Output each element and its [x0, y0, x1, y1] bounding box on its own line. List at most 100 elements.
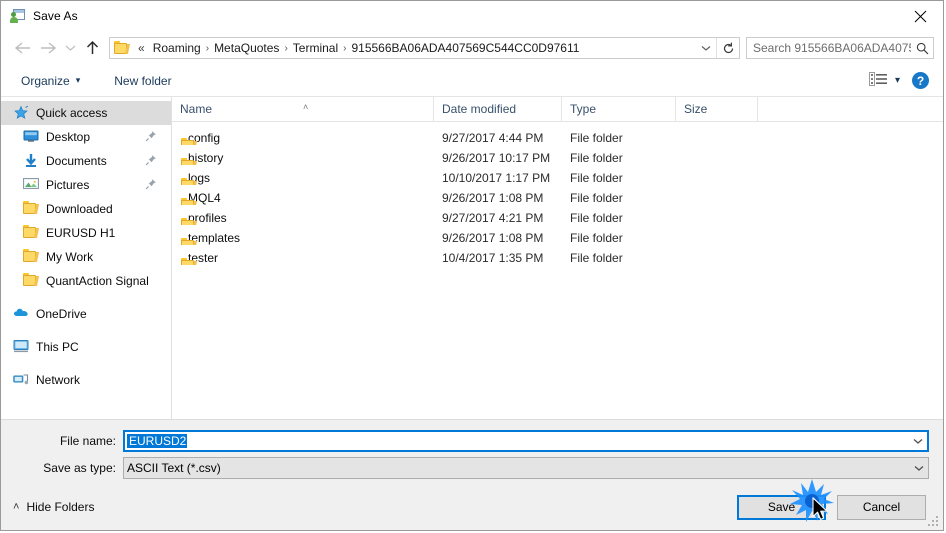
- resize-grip-icon[interactable]: [928, 516, 940, 528]
- file-name-cell[interactable]: templates: [172, 231, 434, 245]
- breadcrumb-overflow-icon[interactable]: «: [134, 41, 149, 55]
- folder-icon: [23, 201, 40, 217]
- file-name-row: File name: EURUSD2: [1, 430, 943, 452]
- view-details-icon[interactable]: [868, 72, 888, 89]
- file-name-value: EURUSD2: [127, 434, 188, 448]
- organize-label: Organize: [21, 73, 70, 88]
- sidebar-item-this-pc[interactable]: This PC: [1, 335, 171, 359]
- file-date-cell: 10/10/2017 1:17 PM: [442, 171, 551, 185]
- close-icon[interactable]: [897, 1, 943, 31]
- sidebar-item-label: EURUSD H1: [46, 226, 116, 240]
- file-name-value-wrap: EURUSD2: [125, 434, 909, 448]
- file-name-cell[interactable]: logs: [172, 171, 434, 185]
- breadcrumb-item-terminal[interactable]: Terminal: [289, 40, 342, 56]
- help-button[interactable]: ?: [912, 72, 929, 89]
- file-name-cell[interactable]: MQL4: [172, 191, 434, 205]
- file-date-cell: 10/4/2017 1:35 PM: [442, 251, 544, 265]
- table-row[interactable]: MQL4 9/26/2017 1:08 PM File folder: [172, 188, 943, 208]
- search-placeholder: Search 915566BA06ADA40756...: [753, 41, 911, 55]
- sidebar-item-quantaction-signal[interactable]: QuantAction Signal: [1, 269, 171, 293]
- sidebar-item-quick-access[interactable]: Quick access: [1, 101, 171, 125]
- sidebar-item-onedrive[interactable]: OneDrive: [1, 302, 171, 326]
- folder-icon: [23, 249, 40, 265]
- arrow-left-icon[interactable]: [9, 35, 35, 61]
- column-header-date-modified[interactable]: Date modified: [434, 97, 562, 121]
- arrow-up-icon[interactable]: [79, 35, 105, 61]
- pin-icon[interactable]: [145, 178, 157, 190]
- sidebar-item-label: Quick access: [36, 106, 108, 120]
- new-folder-button[interactable]: New folder: [106, 70, 179, 92]
- sidebar-item-eurusd-h1[interactable]: EURUSD H1: [1, 221, 171, 245]
- command-toolbar: Organize ▾ New folder ▾ ?: [1, 65, 943, 97]
- onedrive-cloud-icon: [13, 306, 29, 322]
- breadcrumb-item-roaming[interactable]: Roaming: [149, 40, 205, 56]
- table-row[interactable]: templates 9/26/2017 1:08 PM File folder: [172, 228, 943, 248]
- dialog-footer: ˄ Hide Folders Save Cancel: [1, 484, 943, 530]
- title-bar: Save As: [1, 1, 943, 31]
- file-rows: config 9/27/2017 4:44 PM File folder his…: [172, 122, 943, 419]
- new-folder-label: New folder: [114, 73, 172, 88]
- sidebar-item-label: OneDrive: [36, 307, 87, 321]
- file-name-cell[interactable]: profiles: [172, 211, 434, 225]
- chevron-down-icon[interactable]: [910, 459, 928, 477]
- desktop-icon: [23, 129, 39, 145]
- sidebar-item-label: Desktop: [46, 130, 91, 144]
- documents-download-icon: [23, 153, 39, 169]
- organize-button[interactable]: Organize ▾: [13, 70, 88, 92]
- sidebar-item-documents[interactable]: Documents: [1, 149, 171, 173]
- search-input[interactable]: Search 915566BA06ADA40756...: [746, 37, 934, 59]
- file-name-cell[interactable]: config: [172, 131, 434, 145]
- file-date-cell: 9/26/2017 1:08 PM: [442, 191, 544, 205]
- chevron-up-icon: ˄: [13, 501, 20, 513]
- cancel-button[interactable]: Cancel: [837, 494, 926, 520]
- sidebar-divider: [1, 293, 171, 302]
- breadcrumb-item-guid[interactable]: 915566BA06ADA407569C544CC0D97611: [347, 40, 583, 56]
- save-as-dialog: Save As « Roaming › MetaQuotes › Termina…: [0, 0, 944, 531]
- address-chevron-down-icon[interactable]: [696, 38, 716, 58]
- breadcrumb-item-metaquotes[interactable]: MetaQuotes: [210, 40, 283, 56]
- file-type-cell: File folder: [570, 211, 623, 225]
- save-button[interactable]: Save: [737, 494, 826, 520]
- table-row[interactable]: profiles 9/27/2017 4:21 PM File folder: [172, 208, 943, 228]
- table-row[interactable]: logs 10/10/2017 1:17 PM File folder: [172, 168, 943, 188]
- column-header-type[interactable]: Type: [562, 97, 676, 121]
- pin-icon[interactable]: [145, 154, 157, 166]
- pin-icon[interactable]: [145, 130, 157, 142]
- column-header-name[interactable]: Name ˄: [172, 97, 434, 121]
- refresh-icon[interactable]: [716, 38, 739, 58]
- search-icon[interactable]: [911, 38, 933, 58]
- hide-folders-label: Hide Folders: [26, 500, 95, 514]
- file-name-cell[interactable]: history: [172, 151, 434, 165]
- sidebar-item-downloaded[interactable]: Downloaded: [1, 197, 171, 221]
- column-header-size[interactable]: Size: [676, 97, 758, 121]
- file-name-input[interactable]: EURUSD2: [123, 430, 929, 452]
- sidebar-item-desktop[interactable]: Desktop: [1, 125, 171, 149]
- file-date-cell: 9/27/2017 4:44 PM: [442, 131, 544, 145]
- hide-folders-button[interactable]: ˄ Hide Folders: [13, 500, 94, 514]
- sidebar-item-pictures[interactable]: Pictures: [1, 173, 171, 197]
- sidebar-item-label: Documents: [46, 154, 107, 168]
- file-name-cell[interactable]: tester: [172, 251, 434, 265]
- view-mode-button[interactable]: ▾: [868, 72, 900, 89]
- sidebar-item-my-work[interactable]: My Work: [1, 245, 171, 269]
- file-type-cell: File folder: [570, 171, 623, 185]
- navigation-bar: « Roaming › MetaQuotes › Terminal › 9155…: [1, 31, 943, 65]
- view-chevron-down-icon[interactable]: ▾: [895, 75, 900, 86]
- table-row[interactable]: history 9/26/2017 10:17 PM File folder: [172, 148, 943, 168]
- save-as-type-select[interactable]: ASCII Text (*.csv): [123, 457, 929, 479]
- chevron-down-icon[interactable]: [909, 432, 927, 450]
- save-form: File name: EURUSD2 Save as type: ASCII T…: [1, 419, 943, 484]
- sidebar-item-label: Pictures: [46, 178, 90, 192]
- file-list-pane: Name ˄ Date modified Type Size config 9/…: [172, 97, 943, 419]
- column-headers: Name ˄ Date modified Type Size: [172, 97, 943, 122]
- sidebar-item-label: Network: [36, 373, 81, 387]
- sidebar-item-network[interactable]: Network: [1, 368, 171, 392]
- table-row[interactable]: config 9/27/2017 4:44 PM File folder: [172, 128, 943, 148]
- table-row[interactable]: tester 10/4/2017 1:35 PM File folder: [172, 248, 943, 268]
- address-bar[interactable]: « Roaming › MetaQuotes › Terminal › 9155…: [109, 37, 740, 59]
- arrow-right-icon[interactable]: [35, 35, 61, 61]
- network-icon: [13, 372, 29, 388]
- save-as-type-label: Save as type:: [43, 461, 116, 475]
- recent-locations-chevron-down-icon[interactable]: [61, 35, 79, 61]
- folder-icon: [23, 225, 40, 241]
